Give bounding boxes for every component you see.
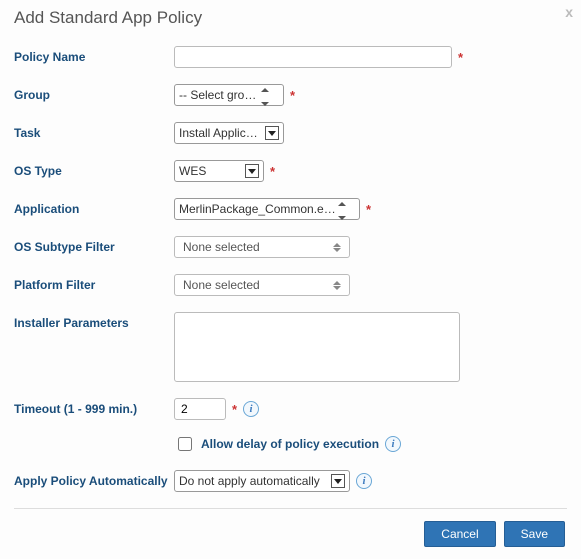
allow-delay-checkbox[interactable] [178, 437, 192, 451]
row-allow-delay: Allow delay of policy execution i [14, 434, 567, 454]
row-os-subtype: OS Subtype Filter None selected [14, 236, 567, 258]
row-installer-params: Installer Parameters [14, 312, 567, 382]
label-timeout: Timeout (1 - 999 min.) [14, 398, 174, 416]
label-empty [14, 434, 174, 438]
required-marker: * [458, 50, 463, 65]
label-os-subtype: OS Subtype Filter [14, 236, 174, 254]
chevron-updown-icon [333, 243, 341, 252]
chevron-down-icon [331, 474, 345, 488]
os-subtype-select[interactable]: None selected [174, 236, 350, 258]
chevron-updown-icon [261, 81, 279, 109]
os-type-select[interactable]: WES [174, 160, 264, 182]
apply-policy-select-value: Do not apply automatically [179, 474, 320, 488]
divider [14, 508, 567, 509]
group-select[interactable]: -- Select group -- [174, 84, 284, 106]
cancel-button[interactable]: Cancel [424, 521, 495, 547]
task-select[interactable]: Install Application [174, 122, 284, 144]
timeout-input[interactable] [174, 398, 226, 420]
save-button[interactable]: Save [504, 521, 565, 547]
task-select-value: Install Application [179, 126, 261, 140]
platform-select-value: None selected [183, 278, 260, 292]
label-os-type: OS Type [14, 160, 174, 178]
chevron-down-icon [245, 164, 259, 178]
row-os-type: OS Type WES * [14, 160, 567, 182]
row-task: Task Install Application [14, 122, 567, 144]
required-marker: * [290, 88, 295, 103]
row-apply-policy: Apply Policy Automatically Do not apply … [14, 470, 567, 492]
group-select-value: -- Select group -- [179, 88, 261, 102]
info-icon[interactable]: i [385, 436, 401, 452]
label-task: Task [14, 122, 174, 140]
close-icon[interactable]: x [565, 4, 573, 20]
row-policy-name: Policy Name * [14, 46, 567, 68]
row-application: Application MerlinPackage_Common.exe (Lo… [14, 198, 567, 220]
os-type-select-value: WES [179, 164, 206, 178]
row-platform: Platform Filter None selected [14, 274, 567, 296]
chevron-updown-icon [333, 281, 341, 290]
chevron-down-icon [265, 126, 279, 140]
info-icon[interactable]: i [356, 473, 372, 489]
chevron-updown-icon [338, 195, 355, 223]
required-marker: * [270, 164, 275, 179]
button-bar: Cancel Save [14, 521, 567, 547]
allow-delay-label: Allow delay of policy execution [201, 437, 379, 451]
platform-select[interactable]: None selected [174, 274, 350, 296]
os-subtype-select-value: None selected [183, 240, 260, 254]
dialog-title: Add Standard App Policy [14, 8, 567, 28]
label-platform: Platform Filter [14, 274, 174, 292]
row-group: Group -- Select group -- * [14, 84, 567, 106]
label-policy-name: Policy Name [14, 46, 174, 64]
application-select-value: MerlinPackage_Common.exe (Loc [179, 202, 338, 216]
apply-policy-select[interactable]: Do not apply automatically [174, 470, 350, 492]
installer-params-input[interactable] [174, 312, 460, 382]
label-installer-params: Installer Parameters [14, 312, 174, 330]
policy-name-input[interactable] [174, 46, 452, 68]
label-group: Group [14, 84, 174, 102]
info-icon[interactable]: i [243, 401, 259, 417]
application-select[interactable]: MerlinPackage_Common.exe (Loc [174, 198, 360, 220]
dialog: x Add Standard App Policy Policy Name * … [0, 0, 581, 559]
label-application: Application [14, 198, 174, 216]
required-marker: * [232, 402, 237, 417]
required-marker: * [366, 202, 371, 217]
label-apply-policy: Apply Policy Automatically [14, 470, 174, 488]
row-timeout: Timeout (1 - 999 min.) * i [14, 398, 567, 420]
